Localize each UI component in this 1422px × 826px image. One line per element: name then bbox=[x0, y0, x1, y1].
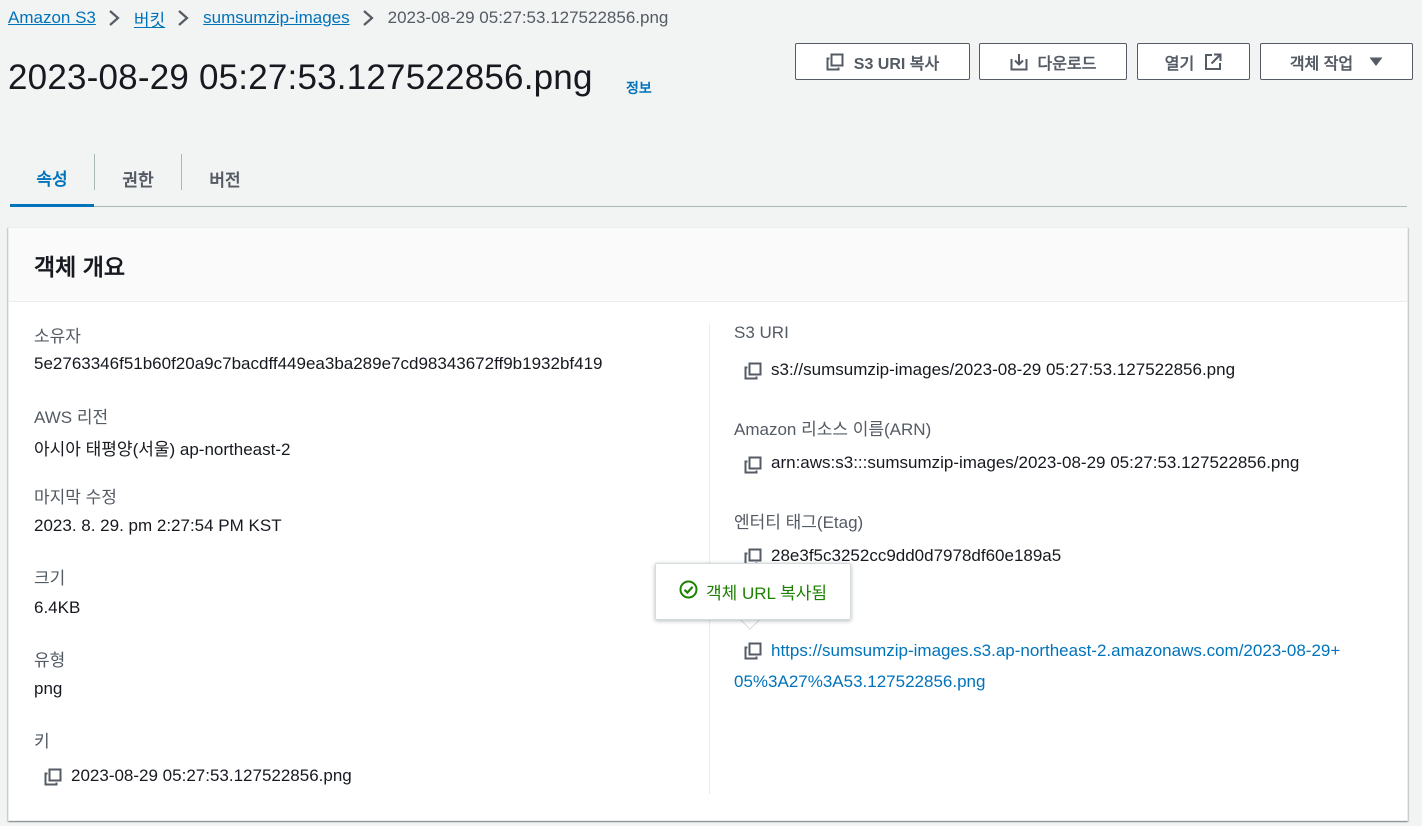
external-link-icon bbox=[1204, 53, 1222, 71]
chevron-right-icon bbox=[362, 9, 374, 27]
copy-icon[interactable] bbox=[44, 768, 62, 791]
size-value: 6.4KB bbox=[34, 598, 81, 617]
breadcrumb-link-amazon-s3[interactable]: Amazon S3 bbox=[8, 8, 96, 28]
object-actions-dropdown[interactable]: 객체 작업 bbox=[1260, 43, 1413, 80]
breadcrumb-current: 2023-08-29 05:27:53.127522856.png bbox=[387, 8, 669, 27]
caret-down-icon bbox=[1369, 57, 1383, 67]
owner-label: 소유자 bbox=[34, 327, 81, 346]
copy-s3-uri-button[interactable]: S3 URI 복사 bbox=[795, 43, 970, 80]
success-check-icon bbox=[679, 580, 698, 604]
download-icon bbox=[1010, 53, 1028, 71]
chevron-right-icon bbox=[177, 9, 189, 27]
download-label: 다운로드 bbox=[1037, 55, 1097, 73]
panel-header: 객체 개요 bbox=[9, 228, 1407, 302]
copy-icon[interactable] bbox=[744, 642, 762, 665]
tab-permissions[interactable]: 권한 bbox=[95, 150, 181, 206]
owner-value: 5e2763346f51b60f20a9c7bacdff449ea3ba289e… bbox=[34, 354, 603, 373]
key-label: 키 bbox=[34, 732, 50, 751]
s3-uri-label: S3 URI bbox=[734, 323, 789, 342]
object-url-link-line1[interactable]: https://sumsumzip-images.s3.ap-northeast… bbox=[771, 635, 1422, 666]
arn-label: Amazon 리소스 이름(ARN) bbox=[734, 420, 932, 439]
copy-icon[interactable] bbox=[744, 456, 762, 479]
etag-label: 엔터티 태그(Etag) bbox=[734, 513, 864, 532]
type-value: png bbox=[34, 679, 63, 698]
tab-versions[interactable]: 버전 bbox=[182, 150, 268, 206]
region-label: AWS 리전 bbox=[34, 408, 109, 427]
copy-s3-uri-label: S3 URI 복사 bbox=[853, 55, 940, 73]
key-value: 2023-08-29 05:27:53.127522856.png bbox=[71, 766, 352, 785]
download-button[interactable]: 다운로드 bbox=[979, 43, 1127, 80]
breadcrumb-link-bucket[interactable]: sumsumzip-images bbox=[203, 8, 349, 28]
region-value: 아시아 태평양(서울) ap-northeast-2 bbox=[34, 440, 291, 459]
copied-tooltip: 객체 URL 복사됨 bbox=[655, 563, 851, 620]
breadcrumb-link-buckets[interactable]: 버킷 bbox=[134, 6, 165, 31]
object-actions-label: 객체 작업 bbox=[1289, 55, 1354, 73]
last-modified-label: 마지막 수정 bbox=[34, 488, 117, 507]
object-overview-panel: 객체 개요 소유자 5e2763346f51b60f20a9c7bacdff44… bbox=[8, 227, 1408, 821]
size-label: 크기 bbox=[34, 569, 66, 588]
open-label: 열기 bbox=[1164, 55, 1195, 73]
s3-uri-value: s3://sumsumzip-images/2023-08-29 05:27:5… bbox=[771, 360, 1236, 379]
chevron-right-icon bbox=[108, 9, 120, 27]
tab-properties[interactable]: 속성 bbox=[10, 150, 94, 207]
copy-icon bbox=[826, 53, 844, 71]
type-label: 유형 bbox=[34, 651, 66, 670]
tab-bar: 속성 권한 버전 bbox=[10, 150, 1407, 207]
copy-icon[interactable] bbox=[744, 362, 762, 385]
panel-title: 객체 개요 bbox=[34, 253, 126, 280]
info-link[interactable]: 정보 bbox=[626, 78, 652, 98]
open-button[interactable]: 열기 bbox=[1137, 43, 1250, 80]
column-divider bbox=[709, 324, 710, 794]
arn-value: arn:aws:s3:::sumsumzip-images/2023-08-29… bbox=[771, 453, 1300, 472]
tooltip-text: 객체 URL 복사됨 bbox=[705, 584, 828, 603]
last-modified-value: 2023. 8. 29. pm 2:27:54 PM KST bbox=[34, 516, 282, 535]
object-url-link-line2[interactable]: 05%3A27%3A53.127522856.png bbox=[734, 666, 1394, 697]
breadcrumb: Amazon S3 버킷 sumsumzip-images 2023-08-29… bbox=[8, 6, 668, 30]
page-title: 2023-08-29 05:27:53.127522856.png bbox=[8, 58, 593, 97]
